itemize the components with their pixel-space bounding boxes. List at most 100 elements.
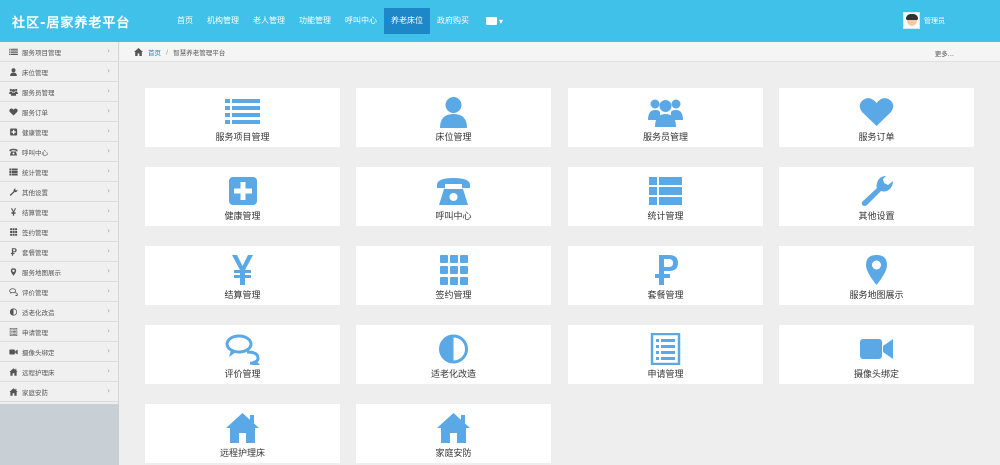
- breadcrumb-current: 智慧养老管理平台: [173, 48, 226, 57]
- chevron-right-icon: ›: [107, 47, 110, 55]
- heart-icon: [9, 108, 18, 116]
- sidebar-item-label: 结算管理: [22, 208, 48, 217]
- main-nav: 首页 机构管理 老人管理 功能管理 呼叫中心 养老床位 政府购买 ▾: [170, 0, 513, 42]
- more-link[interactable]: 更多...: [935, 48, 954, 58]
- sidebar-item[interactable]: 服务订单 ›: [0, 102, 118, 122]
- camera-icon: [486, 17, 497, 25]
- sidebar-item-label: 其他设置: [22, 188, 48, 197]
- caret-down-icon: ▾: [499, 16, 504, 26]
- chevron-right-icon: ›: [107, 267, 110, 275]
- sidebar-item[interactable]: 服务项目管理 ›: [0, 42, 118, 62]
- module-tile[interactable]: 申请管理: [568, 325, 763, 384]
- sidebar-item[interactable]: 套餐管理 ›: [0, 242, 118, 262]
- module-tile-label: 服务地图展示: [849, 291, 904, 301]
- chevron-right-icon: ›: [107, 287, 110, 295]
- sidebar-item[interactable]: 评价管理 ›: [0, 282, 118, 302]
- module-tile-label: 床位管理: [435, 133, 472, 143]
- sidebar-item[interactable]: 远程护理床 ›: [0, 362, 118, 382]
- module-tile[interactable]: 服务项目管理: [145, 88, 340, 147]
- chevron-right-icon: ›: [107, 67, 110, 75]
- adjust-icon: [9, 307, 18, 316]
- chevron-right-icon: ›: [107, 327, 110, 335]
- module-tile-label: 家庭安防: [435, 449, 472, 459]
- map-marker-icon: [9, 267, 17, 276]
- module-tile-label: 适老化改造: [430, 370, 476, 380]
- home-icon: [134, 47, 143, 56]
- module-tile[interactable]: 结算管理: [145, 246, 340, 305]
- th-list-icon: [648, 175, 683, 207]
- sidebar-item-label: 签约管理: [22, 228, 48, 237]
- module-tile[interactable]: 家庭安防: [356, 404, 551, 463]
- nav-home[interactable]: 首页: [170, 0, 200, 42]
- module-tile[interactable]: 服务员管理: [568, 88, 763, 147]
- module-tile[interactable]: 评价管理: [145, 325, 340, 384]
- chevron-right-icon: ›: [107, 367, 110, 375]
- chevron-right-icon: ›: [107, 207, 110, 215]
- nav-camera-dropdown[interactable]: ▾: [476, 0, 513, 42]
- sidebar-item[interactable]: 服务员管理 ›: [0, 82, 118, 102]
- module-tile[interactable]: 摄像头绑定: [779, 325, 974, 384]
- sidebar-item[interactable]: 申请管理 ›: [0, 322, 118, 342]
- user-menu[interactable]: 管理员: [903, 12, 945, 29]
- sidebar-item-label: 套餐管理: [22, 248, 48, 257]
- module-tile[interactable]: 健康管理: [145, 167, 340, 226]
- adjust-icon: [436, 333, 471, 365]
- nav-government[interactable]: 政府购买: [430, 0, 476, 42]
- sidebar-empty-area: [0, 404, 119, 465]
- breadcrumb-home-link[interactable]: 首页: [148, 47, 161, 57]
- sidebar-item[interactable]: 家庭安防 ›: [0, 382, 118, 402]
- nav-elderly[interactable]: 老人管理: [246, 0, 292, 42]
- sidebar-item-label: 家庭安防: [22, 388, 48, 397]
- sidebar-item-label: 健康管理: [22, 128, 48, 137]
- module-tile-label: 远程护理床: [219, 449, 265, 459]
- home-icon: [225, 412, 260, 444]
- sidebar-item[interactable]: 适老化改造 ›: [0, 302, 118, 322]
- module-tile-label: 统计管理: [647, 212, 684, 222]
- list-icon: [9, 48, 18, 56]
- module-tile[interactable]: 呼叫中心: [356, 167, 551, 226]
- nav-institution[interactable]: 机构管理: [200, 0, 246, 42]
- sidebar-item[interactable]: 统计管理 ›: [0, 162, 118, 182]
- sidebar-item[interactable]: 签约管理 ›: [0, 222, 118, 242]
- sidebar-item[interactable]: 摄像头绑定 ›: [0, 342, 118, 362]
- module-tile-label: 服务订单: [858, 133, 895, 143]
- nav-function[interactable]: 功能管理: [292, 0, 338, 42]
- sidebar-item[interactable]: 其他设置 ›: [0, 182, 118, 202]
- grid-icon: [436, 254, 471, 286]
- breadcrumb: 首页 / 智慧养老管理平台 更多...: [120, 42, 1000, 62]
- module-tile-label: 签约管理: [435, 291, 472, 301]
- video-camera-icon: [859, 333, 894, 365]
- module-tile[interactable]: 套餐管理: [568, 246, 763, 305]
- module-tile-label: 结算管理: [224, 291, 261, 301]
- plus-square-icon: [225, 175, 260, 207]
- module-tile[interactable]: 适老化改造: [356, 325, 551, 384]
- module-tile[interactable]: 远程护理床: [145, 404, 340, 463]
- sidebar-item-label: 服务订单: [22, 108, 48, 117]
- user-icon: [436, 96, 471, 128]
- sidebar-item[interactable]: 呼叫中心 ›: [0, 142, 118, 162]
- nav-beds[interactable]: 养老床位: [384, 8, 430, 34]
- home-icon: [436, 412, 471, 444]
- yen-icon: [9, 207, 17, 216]
- module-tile-label: 其他设置: [858, 212, 895, 222]
- map-marker-icon: [859, 254, 894, 286]
- module-tile[interactable]: 床位管理: [356, 88, 551, 147]
- module-tile-label: 摄像头绑定: [853, 370, 899, 380]
- sidebar-item[interactable]: 床位管理 ›: [0, 62, 118, 82]
- sidebar-item[interactable]: 结算管理 ›: [0, 202, 118, 222]
- home-icon: [9, 387, 18, 396]
- module-tile[interactable]: 其他设置: [779, 167, 974, 226]
- sidebar-item[interactable]: 健康管理 ›: [0, 122, 118, 142]
- sidebar-item[interactable]: 服务地图展示 ›: [0, 262, 118, 282]
- chevron-right-icon: ›: [107, 227, 110, 235]
- module-tile[interactable]: 服务地图展示: [779, 246, 974, 305]
- module-tile[interactable]: 签约管理: [356, 246, 551, 305]
- module-tile[interactable]: 统计管理: [568, 167, 763, 226]
- sidebar-item-label: 呼叫中心: [22, 148, 48, 157]
- sidebar-item-label: 服务员管理: [22, 88, 55, 97]
- module-tile[interactable]: 服务订单: [779, 88, 974, 147]
- comments-icon: [9, 287, 19, 296]
- module-tile-label: 呼叫中心: [435, 212, 472, 222]
- nav-call-center[interactable]: 呼叫中心: [338, 0, 384, 42]
- module-tile-label: 评价管理: [224, 370, 261, 380]
